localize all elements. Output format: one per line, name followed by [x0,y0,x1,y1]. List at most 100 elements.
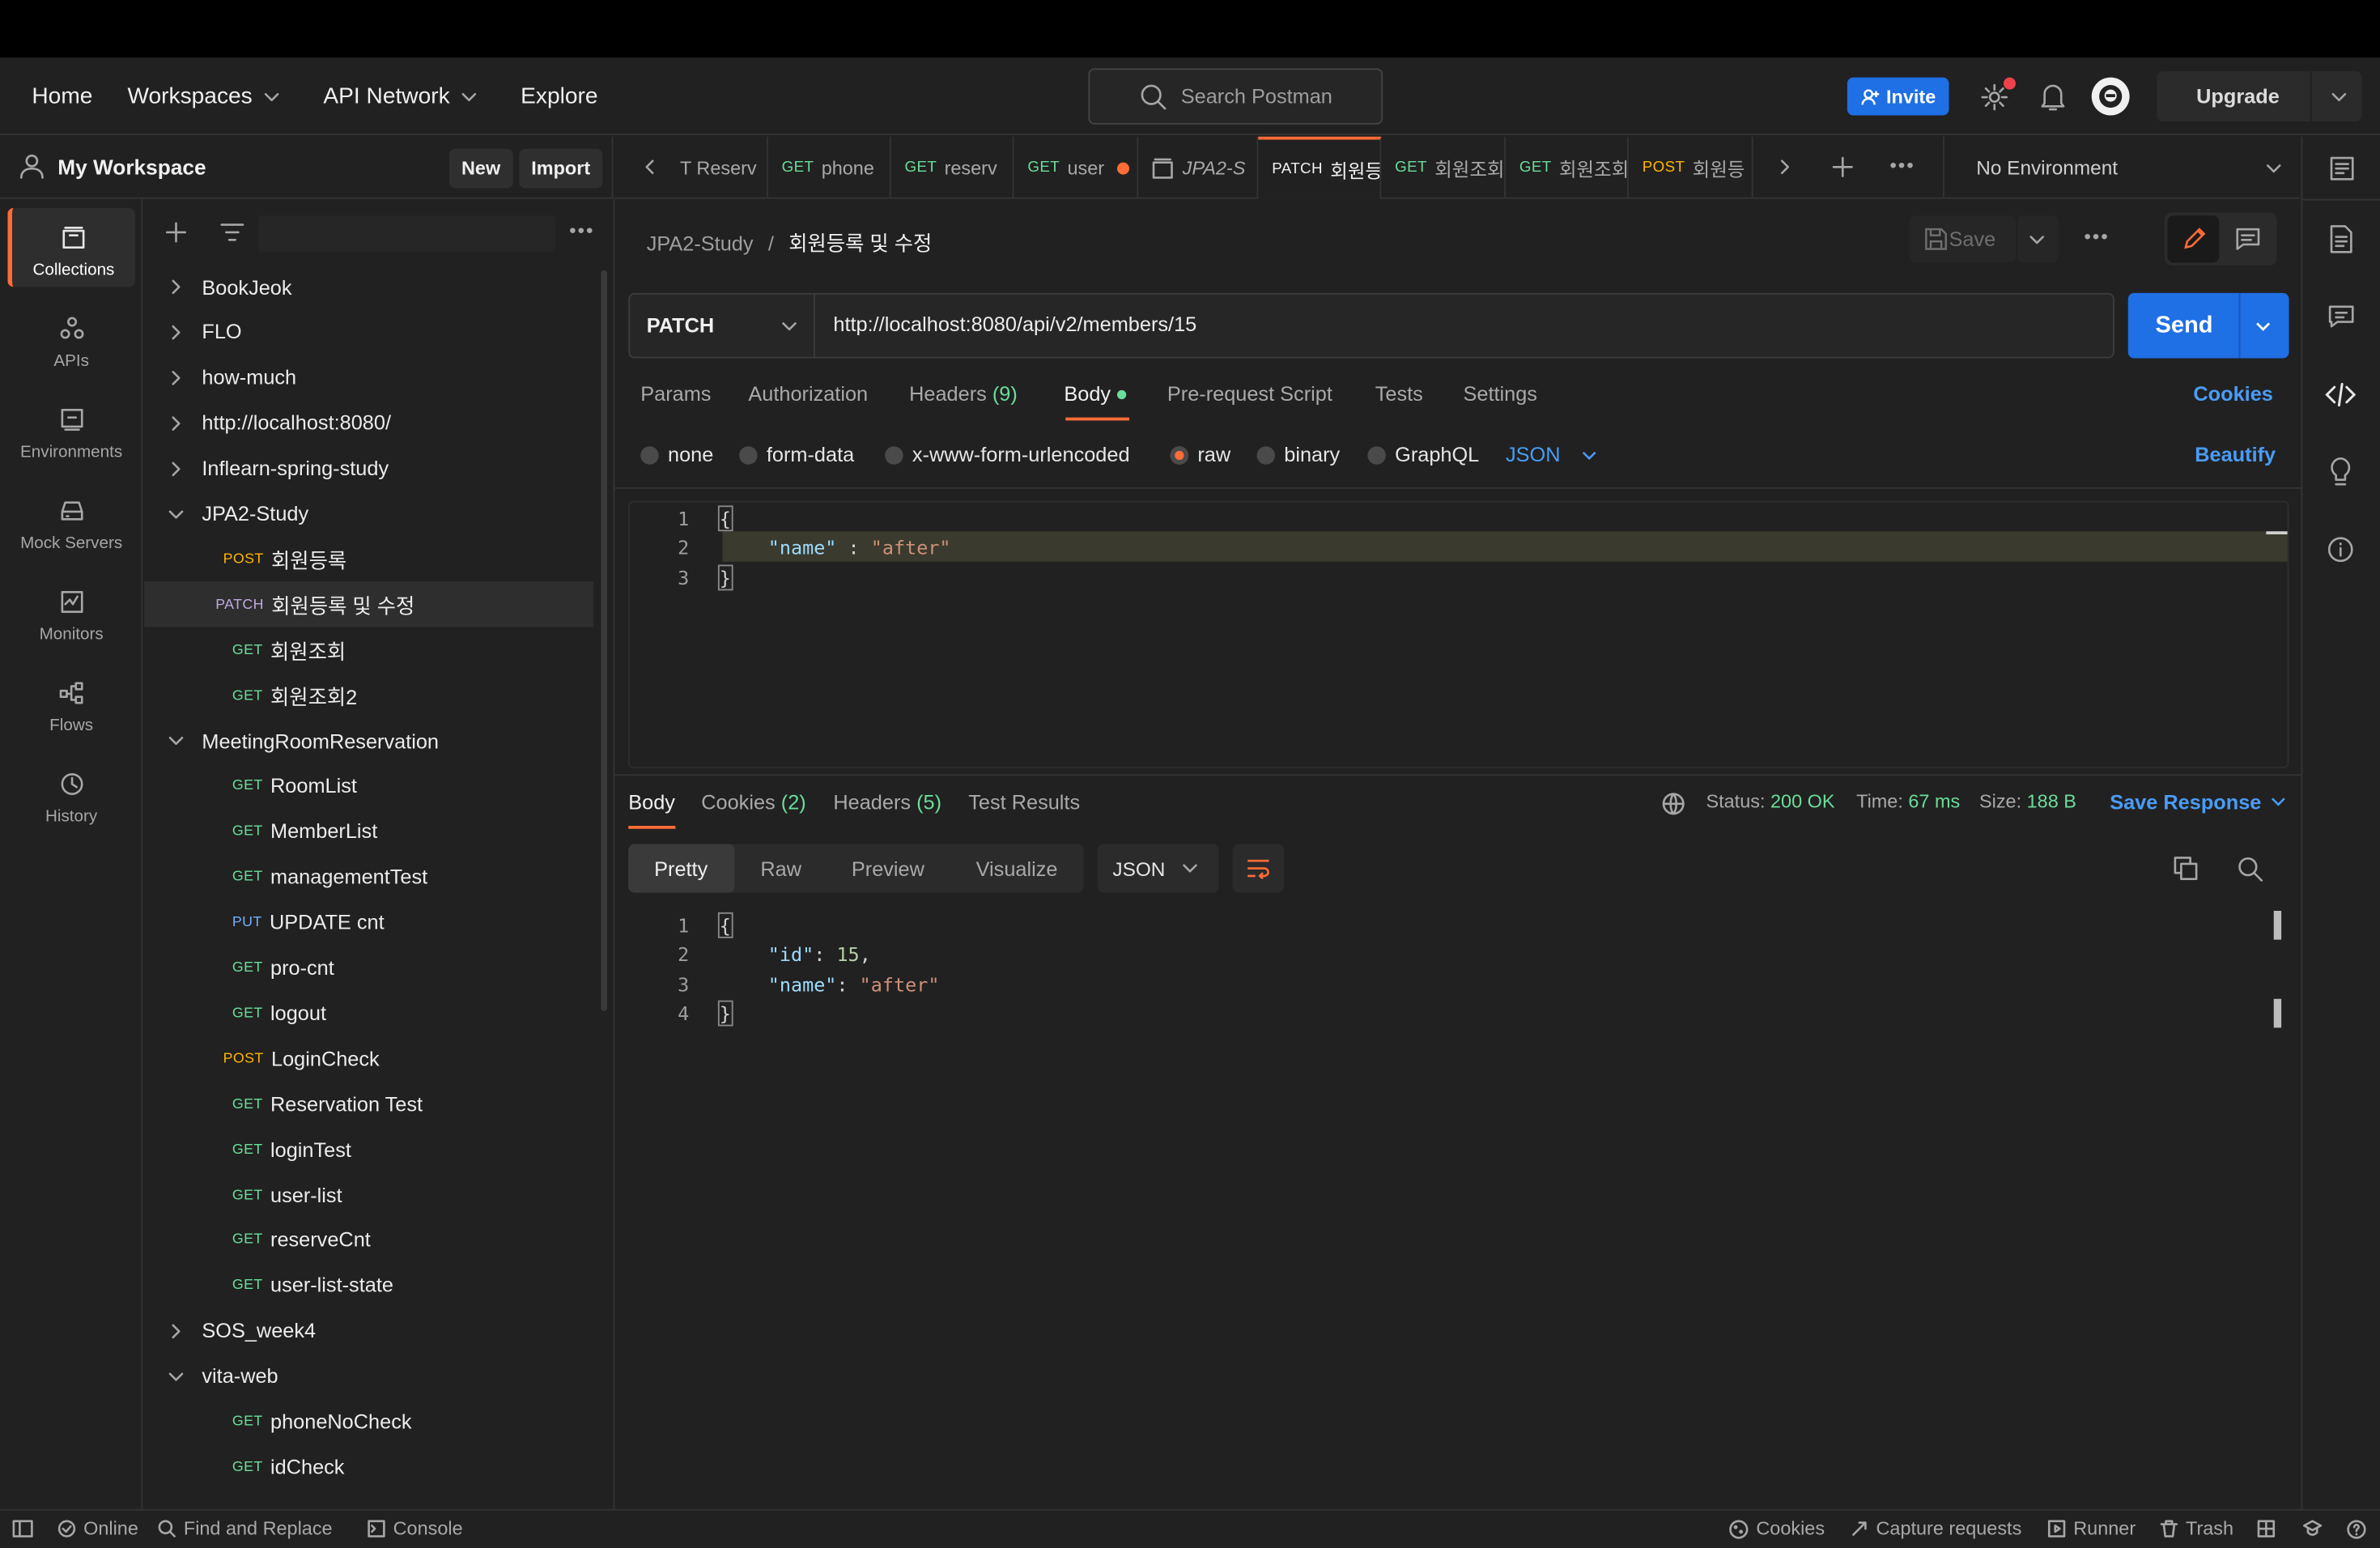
status-console[interactable]: Console [368,1518,463,1539]
rail-item-environments[interactable]: Environments [7,390,135,470]
tab-scroll-left-icon[interactable] [642,159,657,175]
request-more-icon[interactable]: ••• [2084,225,2109,248]
body-format-select[interactable]: JSON [1506,444,1597,466]
comments-icon[interactable] [2328,304,2354,330]
tree-folder[interactable]: SOS_week4 [144,1308,593,1354]
wrap-lines-button[interactable] [1232,844,1285,893]
save-options-button[interactable] [2017,215,2059,263]
response-time[interactable]: Time: 67 ms [1856,791,1960,812]
view-preview[interactable]: Preview [852,844,924,893]
send-button[interactable]: Send [2127,292,2289,359]
bootcamp-icon[interactable] [2302,1520,2323,1538]
tree-folder[interactable]: http://localhost:8080/ [144,400,593,445]
tab-body[interactable]: Body [1064,383,1126,406]
response-size[interactable]: Size: 188 B [1979,791,2076,812]
filter-input[interactable] [257,215,556,253]
url-input[interactable]: http://localhost:8080/api/v2/members/15 [833,313,1196,335]
response-tab-cookies[interactable]: Cookies (2) [701,791,805,814]
tree-request[interactable]: PATCH 회원등록 및 수정 [144,581,594,627]
radio-binary[interactable]: binary [1256,444,1340,466]
chevron-right-icon[interactable] [168,370,184,385]
tabs-more-icon[interactable]: ••• [1889,153,1915,176]
workspace-title[interactable]: My Workspace [57,155,206,179]
radio-raw[interactable]: raw [1170,444,1230,466]
request-tab[interactable]: JPA2-S [1138,136,1259,199]
status-cookies[interactable]: Cookies [1729,1518,1825,1539]
request-tab[interactable]: T Reserv [666,136,768,199]
environment-selector[interactable]: No Environment [1943,136,2301,199]
tree-request[interactable]: GET managementTest [144,854,593,899]
tree-request-partial[interactable] [144,1490,593,1509]
radio-form-data[interactable]: form-data [739,444,854,466]
tree-request[interactable]: GET MemberList [144,809,593,854]
search-input[interactable]: Search Postman [1088,68,1383,125]
rail-item-mock-servers[interactable]: Mock Servers [7,481,135,560]
chevron-down-icon[interactable] [2331,90,2347,105]
documentation-icon[interactable] [2328,225,2354,254]
tab-scroll-right-icon[interactable] [1778,159,1793,175]
tab-headers[interactable]: Headers (9) [909,383,1018,406]
tree-request[interactable]: GET RoomList [144,763,593,809]
copy-icon[interactable] [2174,857,2198,881]
tree-request[interactable]: PUT UPDATE cnt [144,899,593,945]
comment-mode-icon[interactable] [2236,228,2260,250]
nav-workspaces[interactable]: Workspaces [128,83,280,109]
tree-request[interactable]: GET pro-cnt [144,945,593,990]
tree-request[interactable]: GET user-list-state [144,1263,593,1308]
tree-request[interactable]: GET Reservation Test [144,1081,593,1126]
request-tab[interactable]: PATCH 회원등 [1258,136,1382,199]
request-tab[interactable]: GET phone [768,136,891,199]
tab-prerequest[interactable]: Pre-request Script [1167,383,1332,406]
tree-folder[interactable]: Inflearn-spring-study [144,445,593,491]
tree-folder[interactable]: MeetingRoomReservation [144,718,593,763]
layout-icon[interactable] [2257,1520,2276,1538]
nav-api-network[interactable]: API Network [323,83,477,109]
tree-request[interactable]: POST LoginCheck [144,1036,593,1081]
radio-graphql[interactable]: GraphQL [1367,444,1479,466]
tree-folder[interactable]: BookJeok [144,264,593,309]
nav-home[interactable]: Home [32,83,92,109]
tab-authorization[interactable]: Authorization [748,383,868,406]
tab-params[interactable]: Params [640,383,711,406]
chevron-down-icon[interactable] [168,506,184,521]
chevron-right-icon[interactable] [168,415,184,431]
chevron-down-icon[interactable] [168,1368,184,1384]
status-capture[interactable]: Capture requests [1851,1518,2021,1539]
bell-icon[interactable] [2038,82,2068,113]
tree-request[interactable]: POST 회원등록 [144,537,593,582]
request-tab[interactable]: POST 회원등 [1629,136,1753,199]
view-raw[interactable]: Raw [760,844,801,893]
pane-divider[interactable] [614,774,2301,776]
tree-request[interactable]: GET reserveCnt [144,1218,593,1263]
save-button[interactable]: Save [1909,215,2016,263]
search-icon[interactable] [2238,857,2263,882]
beautify-button[interactable]: Beautify [2195,444,2276,466]
lightbulb-icon[interactable] [2327,457,2354,487]
tree-request[interactable]: GET user-list [144,1172,593,1218]
view-visualize[interactable]: Visualize [976,844,1058,893]
tree-request[interactable]: GET idCheck [144,1444,593,1490]
response-tab-headers[interactable]: Headers (5) [833,791,941,814]
tree-request[interactable]: GET 회원조회 [144,627,593,673]
tree-folder[interactable]: JPA2-Study [144,491,593,537]
method-select[interactable]: PATCH [628,292,815,359]
chevron-right-icon[interactable] [168,279,184,295]
code-snippet-icon[interactable] [2325,381,2357,409]
new-button[interactable]: New [449,148,513,189]
status-runner[interactable]: Runner [2047,1518,2136,1539]
edit-mode-button[interactable] [2167,215,2220,263]
status-trash[interactable]: Trash [2160,1518,2233,1539]
radio-none[interactable]: none [640,444,713,466]
chevron-down-icon[interactable] [2255,319,2271,334]
more-options-icon[interactable]: ••• [569,219,594,241]
chevron-right-icon[interactable] [168,325,184,340]
upgrade-button[interactable]: Upgrade [2157,71,2362,121]
response-tab-body[interactable]: Body [628,791,675,814]
chevron-right-icon[interactable] [168,1323,184,1338]
view-pretty[interactable]: Pretty [654,844,708,893]
filter-icon[interactable] [220,222,244,243]
rail-item-collections[interactable]: Collections [7,207,135,287]
globe-icon[interactable] [1662,793,1685,815]
nav-explore[interactable]: Explore [521,83,597,109]
tree-folder[interactable]: vita-web [144,1354,593,1399]
